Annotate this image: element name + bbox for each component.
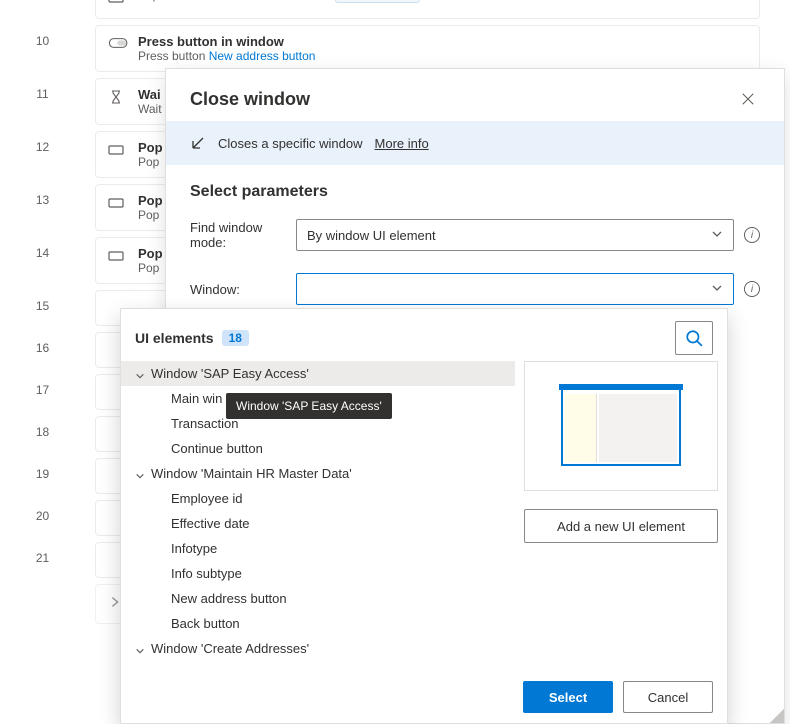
textbox-icon: [108, 0, 126, 8]
press-icon: [108, 36, 126, 54]
flow-step-card[interactable]: Populate text box Effective date with Ef…: [95, 0, 760, 19]
line-number: 20: [0, 497, 85, 539]
wait-icon: [108, 89, 126, 107]
line-number: 18: [0, 413, 85, 455]
ui-element-picker: UI elements 18 Window 'SAP Easy Access' M…: [120, 308, 728, 724]
step-link[interactable]: New address button: [209, 49, 316, 63]
window-dropdown[interactable]: [296, 273, 734, 305]
picker-title: UI elements: [135, 330, 214, 346]
count-badge: 18: [222, 330, 249, 346]
tree-node-label: Window 'Create Addresses': [151, 641, 309, 656]
tree-node-label: Info subtype: [171, 566, 242, 581]
step-subtitle: Populate text box Effective date with Ef…: [138, 0, 420, 2]
tree-element-node[interactable]: Effective date: [121, 511, 515, 536]
tree-element-node[interactable]: New address button: [121, 586, 515, 611]
dropdown-value: By window UI element: [307, 228, 436, 243]
step-title: Pop: [138, 140, 163, 155]
tree-node-label: Continue button: [171, 441, 263, 456]
tree-window-node[interactable]: Window 'SAP Easy Access': [121, 361, 515, 386]
find-mode-dropdown[interactable]: By window UI element: [296, 219, 734, 251]
tree-node-label: Effective date: [171, 516, 250, 531]
tree-node-label: Main win: [171, 391, 222, 406]
textbox-icon: [108, 142, 126, 160]
step-subtitle: Pop: [138, 155, 163, 169]
flow-step-card[interactable]: Press button in windowPress button New a…: [95, 25, 760, 72]
resize-handle[interactable]: [770, 709, 784, 723]
step-link[interactable]: Effective date: [234, 0, 307, 2]
search-button[interactable]: [675, 321, 713, 355]
tree-window-node[interactable]: Window 'Create Addresses': [121, 636, 515, 661]
step-subtitle: Pop: [138, 261, 163, 275]
textbox-icon: [108, 195, 126, 213]
line-number: 13: [0, 181, 85, 234]
line-number: 12: [0, 128, 85, 181]
tree-element-node[interactable]: Back button: [121, 611, 515, 636]
tree-node-label: New address button: [171, 591, 287, 606]
line-number: [0, 0, 85, 22]
more-info-link[interactable]: More info: [375, 136, 429, 151]
step-title: Pop: [138, 246, 163, 261]
tree-element-node[interactable]: Info subtype: [121, 561, 515, 586]
line-number: 15: [0, 287, 85, 329]
select-button[interactable]: Select: [523, 681, 613, 713]
info-icon[interactable]: i: [744, 227, 760, 243]
chevron-down-icon: [711, 282, 723, 294]
chevron-down-icon: [135, 369, 145, 379]
line-number: [0, 581, 85, 627]
step-subtitle: Wait: [138, 102, 162, 116]
tree-node-label: Employee id: [171, 491, 243, 506]
tree-node-label: Window 'SAP Easy Access': [151, 366, 309, 381]
tree-element-node[interactable]: Employee id: [121, 486, 515, 511]
tree-element-node[interactable]: Infotype: [121, 536, 515, 561]
tree-window-node[interactable]: Window 'Maintain HR Master Data': [121, 461, 515, 486]
arrow-down-left-icon: [190, 135, 206, 151]
tree-node-label: Infotype: [171, 541, 217, 556]
chevron-down-icon: [135, 469, 145, 479]
find-mode-label: Find window mode:: [190, 220, 286, 250]
step-subtitle: Pop: [138, 208, 163, 222]
line-number: 14: [0, 234, 85, 287]
line-number: 16: [0, 329, 85, 371]
line-number: 17: [0, 371, 85, 413]
step-subtitle: Press button New address button: [138, 49, 315, 63]
chevron-down-icon: [711, 228, 723, 240]
add-ui-element-button[interactable]: Add a new UI element: [524, 509, 718, 543]
line-number: 11: [0, 75, 85, 128]
info-icon[interactable]: i: [744, 281, 760, 297]
tooltip: Window 'SAP Easy Access': [226, 393, 392, 419]
banner-text: Closes a specific window: [218, 136, 363, 151]
tree-node-label: Window 'Maintain HR Master Data': [151, 466, 352, 481]
section-heading: Select parameters: [166, 165, 784, 213]
tree-element-node[interactable]: Continue button: [121, 436, 515, 461]
tree-node-label: Back button: [171, 616, 240, 631]
chevron-down-icon: [135, 644, 145, 654]
tree-element-node[interactable]: Street: [121, 661, 515, 663]
line-number: 10: [0, 22, 85, 75]
step-title: Wai: [138, 87, 162, 102]
variable-pill[interactable]: EffectiveDate: [335, 0, 420, 3]
cancel-button[interactable]: Cancel: [623, 681, 713, 713]
preview-thumbnail: [524, 361, 718, 491]
step-title: Press button in window: [138, 34, 315, 49]
textbox-icon: [108, 248, 126, 266]
line-number: 19: [0, 455, 85, 497]
step-title: Pop: [138, 193, 163, 208]
close-icon[interactable]: [734, 85, 762, 113]
window-label: Window:: [190, 282, 286, 297]
dialog-title: Close window: [190, 89, 310, 110]
info-banner: Closes a specific window More info: [166, 121, 784, 165]
line-number: 21: [0, 539, 85, 581]
